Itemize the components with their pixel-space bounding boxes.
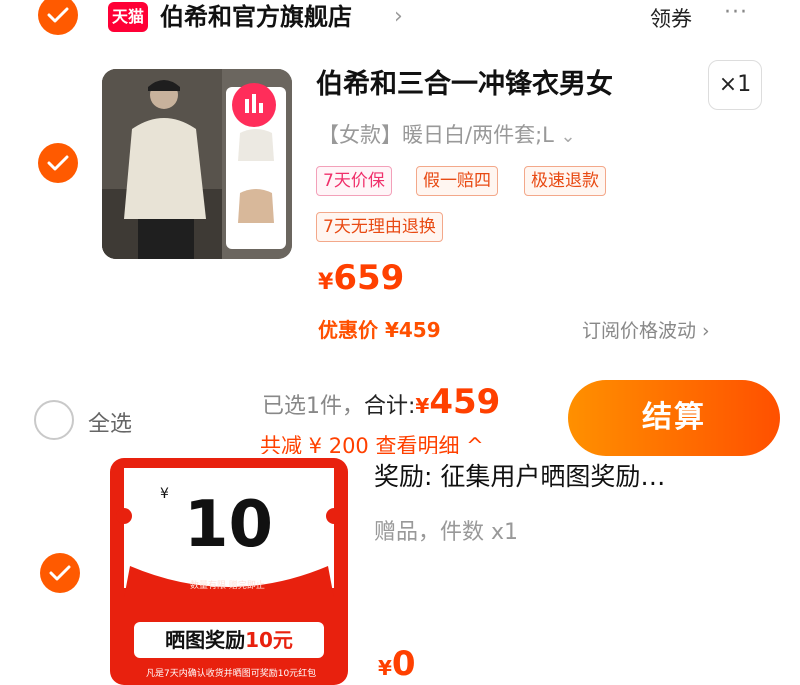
product-title[interactable]: 伯希和三合一冲锋衣男女: [316, 66, 613, 104]
check-icon: [49, 565, 71, 581]
quantity-stepper[interactable]: ×1: [708, 60, 762, 110]
gift-title[interactable]: 奖励: 征集用户晒图奖励…: [374, 458, 665, 496]
checkout-button[interactable]: 结算: [568, 380, 780, 456]
check-icon: [47, 155, 69, 171]
voucher-label-amount: 10元: [245, 628, 293, 652]
voucher-limited: 数量有限 赠完即止: [190, 581, 265, 591]
select-all-checkbox[interactable]: [34, 400, 74, 440]
sku-selector[interactable]: 【女款】暖日白/两件套;L ⌄: [318, 118, 576, 154]
total-label: 合计:: [364, 394, 416, 419]
voucher-amount: 10: [184, 488, 274, 562]
coupon-button[interactable]: 领券: [650, 3, 692, 33]
chevron-right-icon[interactable]: ›: [394, 4, 403, 29]
voucher-label: 晒图奖励10元: [134, 622, 324, 658]
more-icon[interactable]: ···: [724, 0, 748, 25]
tag-7day-return: 7天无理由退换: [316, 212, 443, 242]
currency-symbol: ¥: [378, 656, 392, 680]
selected-summary: 已选1件，合计:¥459: [262, 382, 500, 422]
selected-count: 已选1件，: [262, 394, 364, 419]
gift-price-value: 0: [391, 644, 416, 684]
gift-checkbox[interactable]: [40, 553, 80, 593]
tag-fast-refund: 极速退款: [524, 166, 606, 196]
product-image[interactable]: [102, 69, 292, 259]
product-price: ¥659: [318, 258, 404, 298]
shop-name[interactable]: 伯希和官方旗舰店: [160, 0, 352, 34]
chevron-down-icon: ⌄: [560, 126, 576, 147]
currency-symbol: ¥: [415, 394, 430, 418]
total-value: 459: [429, 382, 501, 422]
product-checkbox[interactable]: [38, 143, 78, 183]
price-value: 659: [333, 258, 405, 298]
voucher-currency: ¥: [160, 486, 169, 502]
tmall-logo: 天猫: [108, 2, 148, 32]
cart-page: 天猫 伯希和官方旗舰店 › 领券 ··· 伯希和三合一冲锋衣男女 ×1 【女款】…: [0, 0, 800, 685]
voucher-label-prefix: 晒图奖励: [165, 628, 246, 652]
total-price: ¥459: [415, 382, 500, 422]
gift-subtitle: 赠品，件数 x1: [374, 520, 519, 545]
tag-price-protect: 7天价保: [316, 166, 392, 196]
discount-detail-link[interactable]: 共减 ¥ 200 查看明细 ^: [260, 430, 484, 454]
select-all-label[interactable]: 全选: [88, 406, 132, 438]
discount-price: 优惠价 ¥459: [318, 318, 441, 342]
tag-fake-compensate: 假一赔四: [416, 166, 498, 196]
shop-checkbox[interactable]: [38, 0, 78, 35]
product-photo: [102, 69, 292, 259]
currency-symbol: ¥: [318, 270, 334, 295]
sku-text: 【女款】暖日白/两件套;L: [318, 123, 554, 147]
gift-price: ¥0: [378, 644, 416, 684]
subscribe-price-link[interactable]: 订阅价格波动 ›: [582, 316, 710, 343]
check-icon: [47, 7, 69, 23]
voucher-fine-print: 凡是7天内确认收货并晒图可奖励10元红包: [146, 669, 317, 679]
